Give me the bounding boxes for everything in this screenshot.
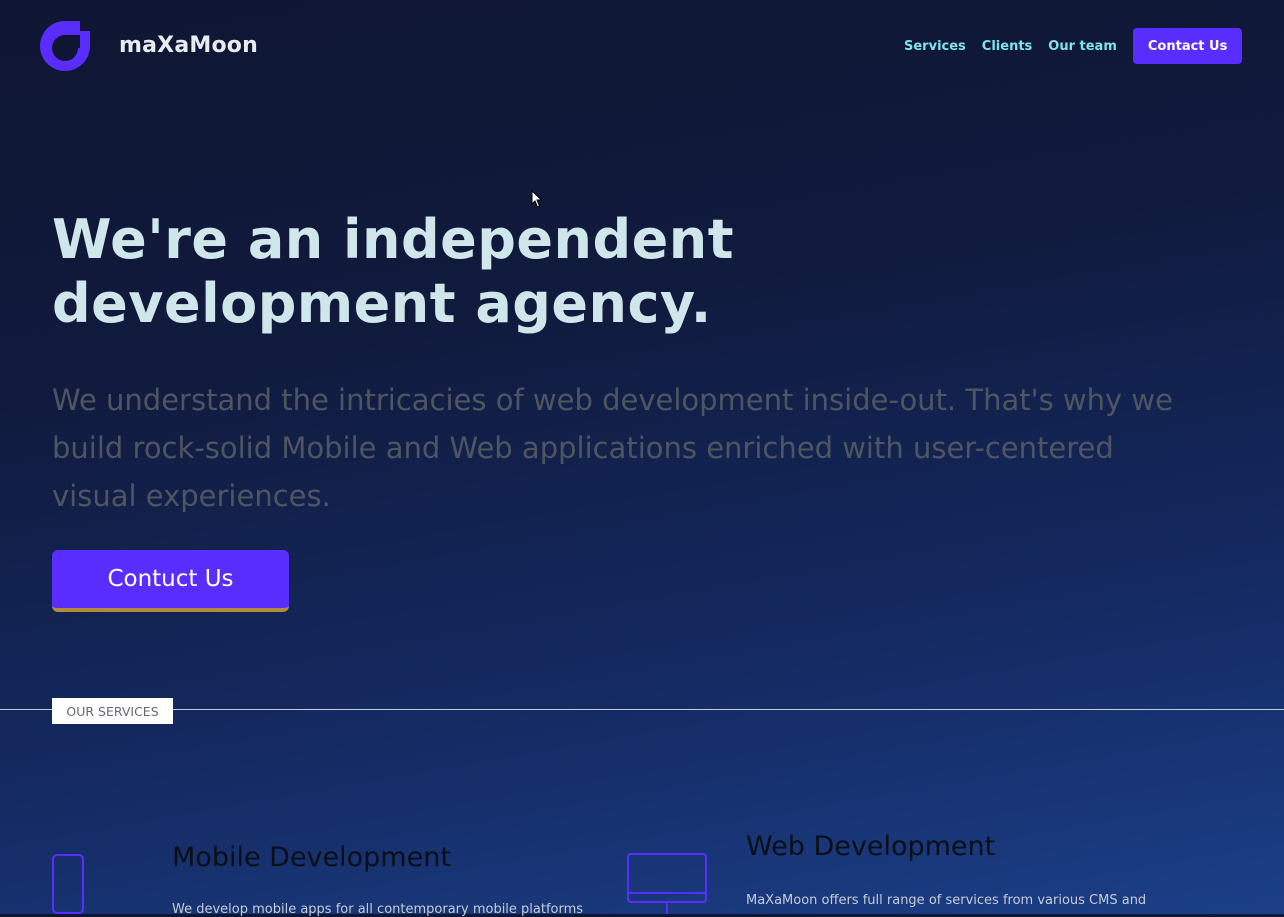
hero-lead: We understand the intricacies of web dev… <box>52 383 1173 513</box>
service-text-web: MaXaMoon offers full range of services f… <box>746 893 1147 908</box>
main-nav: Services Clients Our team Contact Us <box>904 28 1243 64</box>
brand-name[interactable]: maXaMoon <box>119 33 258 58</box>
hero-title: We're an independent development agency. <box>52 208 735 335</box>
phone-icon <box>52 854 84 914</box>
service-text-mobile: We develop mobile apps for all contempor… <box>172 902 584 917</box>
hero-contact-button[interactable]: Contuct Us <box>52 550 289 612</box>
section-divider <box>0 709 1284 710</box>
monitor-icon <box>627 853 707 914</box>
mouse-cursor-icon <box>531 190 543 208</box>
nav-team-link[interactable]: Our team <box>1048 39 1117 54</box>
service-title-mobile: Mobile Development <box>172 842 451 873</box>
services-section-label: OUR SERVICES <box>52 698 173 724</box>
nav-services-link[interactable]: Services <box>904 39 966 54</box>
maxamoon-logo-icon[interactable] <box>36 17 94 75</box>
service-title-web: Web Development <box>746 831 996 862</box>
nav-clients-link[interactable]: Clients <box>982 39 1032 54</box>
nav-contact-button[interactable]: Contact Us <box>1132 28 1243 64</box>
